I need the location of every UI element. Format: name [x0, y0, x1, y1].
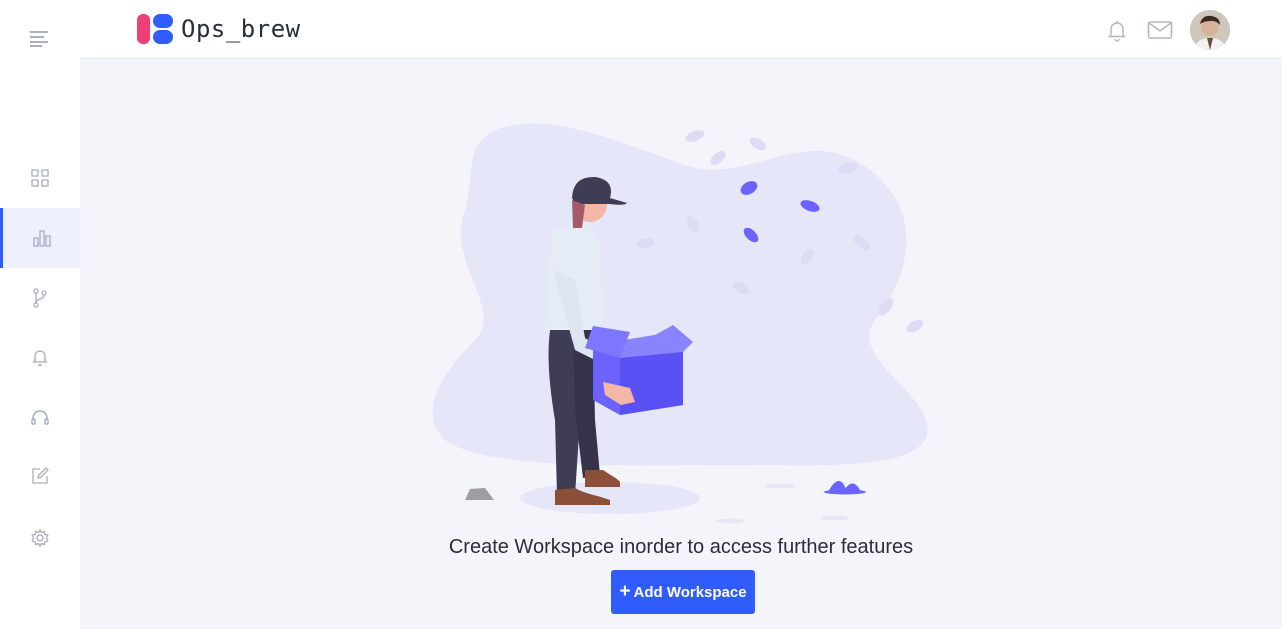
bell-icon	[1107, 21, 1127, 42]
bar-chart-icon	[32, 230, 51, 247]
sidebar-item-settings[interactable]	[0, 508, 80, 568]
sidebar-item-edit[interactable]	[0, 446, 80, 506]
sidebar	[0, 0, 80, 629]
grid-icon	[31, 169, 49, 187]
edit-icon	[32, 467, 49, 484]
add-workspace-label: Add Workspace	[633, 583, 747, 601]
sidebar-item-branches[interactable]	[0, 268, 80, 328]
bell-icon	[32, 350, 48, 367]
main-content: Create Workspace inorder to access furth…	[80, 60, 1282, 629]
topbar: Ops_brew	[80, 0, 1282, 59]
headset-icon	[31, 410, 49, 425]
git-branch-icon	[33, 288, 47, 308]
add-workspace-button[interactable]: + Add Workspace	[611, 570, 755, 614]
user-avatar[interactable]	[1190, 10, 1230, 50]
sidebar-item-dashboard[interactable]	[0, 148, 80, 208]
sidebar-item-analytics[interactable]	[0, 208, 80, 268]
brand-logo-icon	[137, 14, 173, 44]
notifications-button[interactable]	[1104, 17, 1130, 43]
header-actions	[1104, 10, 1230, 50]
gear-icon	[31, 528, 49, 548]
avatar-image	[1190, 10, 1230, 50]
messages-button[interactable]	[1147, 17, 1173, 43]
mail-icon	[1147, 21, 1173, 39]
app-name: Ops_brew	[181, 15, 301, 43]
plus-icon: +	[619, 581, 631, 602]
brand[interactable]: Ops_brew	[137, 13, 301, 45]
sidebar-item-support[interactable]	[0, 388, 80, 448]
empty-state-message: Create Workspace inorder to access furth…	[448, 536, 914, 558]
sidebar-item-notifications[interactable]	[0, 327, 80, 387]
menu-icon[interactable]	[30, 29, 50, 47]
empty-state-illustration	[432, 123, 928, 524]
